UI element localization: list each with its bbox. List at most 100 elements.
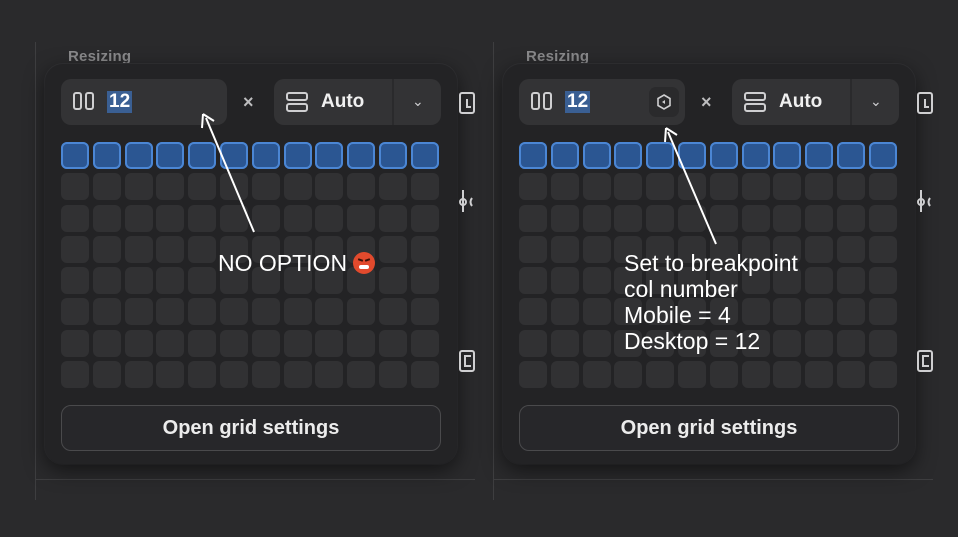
grid-cell[interactable] xyxy=(251,204,280,232)
grid-cell[interactable] xyxy=(741,204,770,232)
grid-cell[interactable] xyxy=(124,361,153,389)
grid-cell-selected[interactable] xyxy=(677,142,706,169)
grid-cell[interactable] xyxy=(709,204,738,232)
grid-cell-selected[interactable] xyxy=(315,142,344,169)
grid-cell[interactable] xyxy=(156,204,185,232)
grid-cell[interactable] xyxy=(188,329,217,357)
grid-cell-selected[interactable] xyxy=(646,142,675,169)
grid-cell[interactable] xyxy=(378,298,407,326)
grid-cell[interactable] xyxy=(677,204,706,232)
resize-width-icon[interactable] xyxy=(917,91,935,115)
grid-cell[interactable] xyxy=(582,361,611,389)
grid-cell[interactable] xyxy=(410,204,439,232)
grid-cell[interactable] xyxy=(805,235,834,263)
grid-cell[interactable] xyxy=(283,204,312,232)
grid-cell[interactable] xyxy=(646,361,675,389)
grid-cell[interactable] xyxy=(868,361,897,389)
grid-cell[interactable] xyxy=(61,173,89,201)
grid-cell[interactable] xyxy=(156,298,185,326)
grid-cell[interactable] xyxy=(677,173,706,201)
grid-cell[interactable] xyxy=(92,329,121,357)
grid-cell[interactable] xyxy=(156,173,185,201)
grid-cell[interactable] xyxy=(741,173,770,201)
grid-cell[interactable] xyxy=(519,235,547,263)
grid-cell[interactable] xyxy=(836,361,865,389)
resize-height-icon[interactable] xyxy=(917,349,935,373)
grid-cell[interactable] xyxy=(519,361,547,389)
grid-cell[interactable] xyxy=(550,204,579,232)
grid-cell[interactable] xyxy=(582,235,611,263)
grid-cell[interactable] xyxy=(582,298,611,326)
grid-cell[interactable] xyxy=(868,173,897,201)
grid-cell[interactable] xyxy=(347,329,376,357)
grid-cell[interactable] xyxy=(836,267,865,295)
grid-cell[interactable] xyxy=(61,329,89,357)
grid-cell[interactable] xyxy=(219,329,248,357)
grid-cell[interactable] xyxy=(378,173,407,201)
grid-cell-selected[interactable] xyxy=(741,142,770,169)
grid-cell[interactable] xyxy=(347,204,376,232)
open-grid-settings-button[interactable]: Open grid settings xyxy=(61,405,441,451)
grid-cell[interactable] xyxy=(550,173,579,201)
grid-cell[interactable] xyxy=(868,298,897,326)
grid-cell[interactable] xyxy=(283,173,312,201)
grid-cell[interactable] xyxy=(188,173,217,201)
grid-cell-selected[interactable] xyxy=(614,142,643,169)
columns-value[interactable]: 12 xyxy=(565,91,591,113)
grid-cell[interactable] xyxy=(92,361,121,389)
grid-cell[interactable] xyxy=(773,204,802,232)
grid-cell[interactable] xyxy=(868,267,897,295)
grid-cell[interactable] xyxy=(283,361,312,389)
grid-cell[interactable] xyxy=(251,329,280,357)
grid-cell[interactable] xyxy=(188,235,217,263)
grid-cell[interactable] xyxy=(614,204,643,232)
grid-cell[interactable] xyxy=(188,204,217,232)
grid-cell[interactable] xyxy=(410,267,439,295)
grid-cell-selected[interactable] xyxy=(709,142,738,169)
grid-cell-selected[interactable] xyxy=(219,142,248,169)
grid-cell[interactable] xyxy=(582,329,611,357)
grid-cell[interactable] xyxy=(410,173,439,201)
grid-cell[interactable] xyxy=(550,361,579,389)
grid-cell[interactable] xyxy=(868,235,897,263)
grid-cell[interactable] xyxy=(124,329,153,357)
grid-cell[interactable] xyxy=(805,204,834,232)
grid-cell[interactable] xyxy=(156,329,185,357)
grid-cell[interactable] xyxy=(315,361,344,389)
grid-cell[interactable] xyxy=(773,173,802,201)
grid-cell-selected[interactable] xyxy=(773,142,802,169)
grid-cell[interactable] xyxy=(378,267,407,295)
grid-cell[interactable] xyxy=(868,329,897,357)
columns-value[interactable]: 12 xyxy=(107,91,133,113)
grid-cell[interactable] xyxy=(378,329,407,357)
grid-cell[interactable] xyxy=(410,235,439,263)
grid-cell-selected[interactable] xyxy=(868,142,897,169)
grid-cell[interactable] xyxy=(124,267,153,295)
grid-cell[interactable] xyxy=(219,361,248,389)
grid-cell-selected[interactable] xyxy=(836,142,865,169)
grid-cell[interactable] xyxy=(219,298,248,326)
grid-cell[interactable] xyxy=(550,298,579,326)
grid-cell[interactable] xyxy=(219,204,248,232)
grid-cell[interactable] xyxy=(836,204,865,232)
grid-cell[interactable] xyxy=(124,173,153,201)
grid-cell[interactable] xyxy=(614,173,643,201)
grid-cell[interactable] xyxy=(347,173,376,201)
grid-cell[interactable] xyxy=(709,173,738,201)
grid-cell[interactable] xyxy=(283,329,312,357)
grid-cell-selected[interactable] xyxy=(805,142,834,169)
grid-cell-selected[interactable] xyxy=(519,142,547,169)
grid-cell[interactable] xyxy=(582,204,611,232)
columns-field[interactable]: 12 xyxy=(61,79,227,125)
grid-cell[interactable] xyxy=(92,298,121,326)
grid-cell-selected[interactable] xyxy=(124,142,153,169)
grid-cell[interactable] xyxy=(156,267,185,295)
grid-cell[interactable] xyxy=(805,298,834,326)
grid-cell[interactable] xyxy=(519,329,547,357)
grid-cell[interactable] xyxy=(315,329,344,357)
grid-cell[interactable] xyxy=(188,267,217,295)
grid-cell[interactable] xyxy=(124,235,153,263)
grid-cell-selected[interactable] xyxy=(550,142,579,169)
grid-cell[interactable] xyxy=(519,267,547,295)
grid-cell[interactable] xyxy=(347,361,376,389)
